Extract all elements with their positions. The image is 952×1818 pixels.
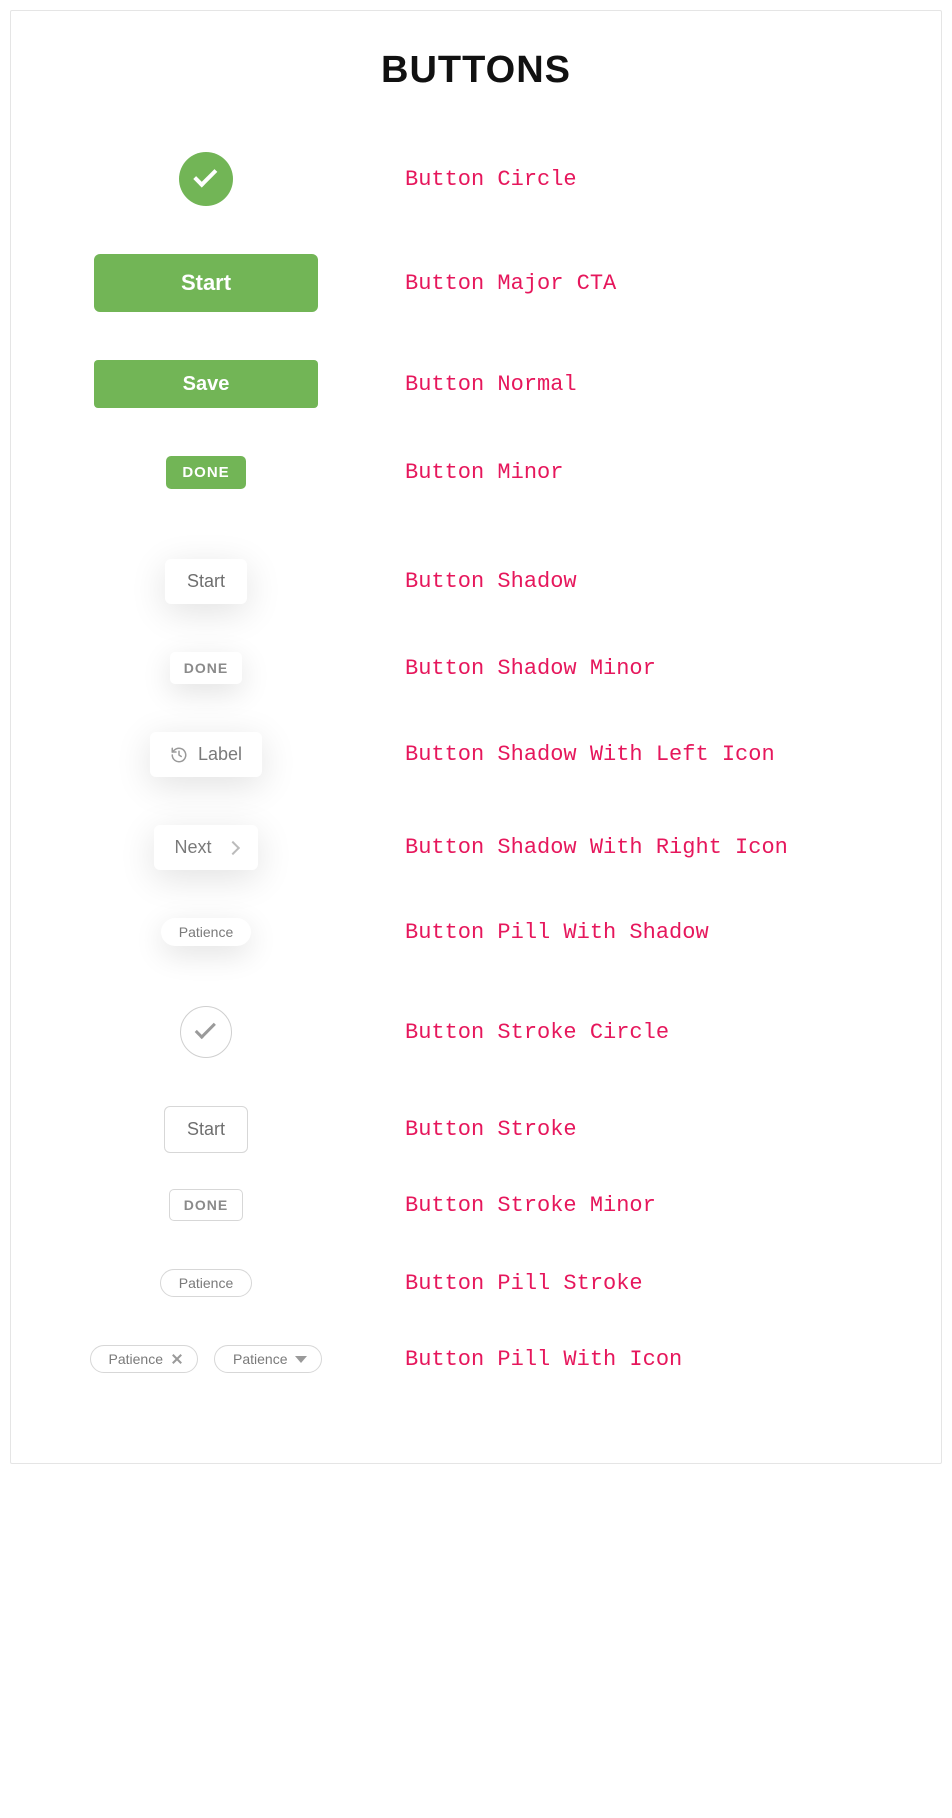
spec-label: Button Circle (381, 167, 921, 192)
spec-row: Patience Button Pill With Shadow (31, 918, 921, 946)
spec-row: Start Button Stroke (31, 1106, 921, 1153)
spec-row: Start Button Shadow (31, 559, 921, 604)
example-cell: Save (31, 360, 381, 408)
example-cell: Label (31, 732, 381, 777)
history-icon (170, 746, 188, 764)
button-normal[interactable]: Save (94, 360, 318, 408)
button-major-cta[interactable]: Start (94, 254, 318, 312)
button-label: Label (198, 744, 242, 765)
spec-label: Button Pill Stroke (381, 1271, 921, 1296)
example-cell: DONE (31, 1189, 381, 1221)
button-stroke[interactable]: Start (164, 1106, 248, 1153)
button-shadow-right-icon[interactable]: Next (154, 825, 257, 870)
spec-label: Button Normal (381, 372, 921, 397)
check-icon (196, 1027, 216, 1037)
spec-label: Button Minor (381, 460, 921, 485)
spec-row: Start Button Major CTA (31, 254, 921, 312)
caret-down-icon (295, 1356, 307, 1363)
spec-label: Button Shadow (381, 569, 921, 594)
example-cell: DONE (31, 652, 381, 684)
spec-label: Button Pill With Icon (381, 1347, 921, 1372)
spec-label: Button Stroke Minor (381, 1193, 921, 1218)
spec-label: Button Stroke Circle (381, 1020, 921, 1045)
page-title: BUTTONS (31, 49, 921, 92)
spec-row: DONE Button Stroke Minor (31, 1189, 921, 1221)
button-stroke-minor[interactable]: DONE (169, 1189, 243, 1221)
example-cell: Next (31, 825, 381, 870)
chevron-right-icon (228, 843, 238, 853)
example-cell: Start (31, 254, 381, 312)
spec-label: Button Shadow With Right Icon (381, 835, 921, 860)
spec-label: Button Shadow With Left Icon (381, 742, 921, 767)
spec-row: Label Button Shadow With Left Icon (31, 732, 921, 777)
button-pill-stroke[interactable]: Patience (160, 1269, 252, 1297)
spec-label: Button Shadow Minor (381, 656, 921, 681)
example-cell: DONE (31, 456, 381, 489)
example-cell (31, 1006, 381, 1058)
example-cell: Patience (31, 918, 381, 946)
example-cell (31, 152, 381, 206)
component-sheet: BUTTONS Button Circle Start Button Major… (10, 10, 942, 1464)
example-cell: Patience Patience (31, 1345, 381, 1373)
spec-label: Button Pill With Shadow (381, 920, 921, 945)
spec-row: Patience Button Pill Stroke (31, 1269, 921, 1297)
spec-row: Button Stroke Circle (31, 1006, 921, 1058)
spec-row: DONE Button Minor (31, 456, 921, 489)
example-cell: Start (31, 1106, 381, 1153)
button-pill-shadow[interactable]: Patience (161, 918, 251, 946)
button-pill-close[interactable]: Patience (90, 1345, 198, 1373)
spec-row: Save Button Normal (31, 360, 921, 408)
button-stroke-circle[interactable] (180, 1006, 232, 1058)
example-cell: Patience (31, 1269, 381, 1297)
spec-row: Patience Patience Button Pill With Icon (31, 1345, 921, 1373)
button-label: Patience (233, 1351, 287, 1367)
spec-label: Button Stroke (381, 1117, 921, 1142)
check-icon (195, 173, 217, 185)
button-shadow-left-icon[interactable]: Label (150, 732, 262, 777)
spec-label: Button Major CTA (381, 271, 921, 296)
button-circle[interactable] (179, 152, 233, 206)
spec-row: DONE Button Shadow Minor (31, 652, 921, 684)
button-label: Next (174, 837, 211, 858)
button-pill-dropdown[interactable]: Patience (214, 1345, 322, 1373)
spec-row: Button Circle (31, 152, 921, 206)
button-shadow[interactable]: Start (165, 559, 247, 604)
button-label: Patience (109, 1351, 163, 1367)
button-shadow-minor[interactable]: DONE (170, 652, 242, 684)
button-minor[interactable]: DONE (166, 456, 245, 489)
example-cell: Start (31, 559, 381, 604)
close-icon (171, 1353, 183, 1365)
spec-row: Next Button Shadow With Right Icon (31, 825, 921, 870)
